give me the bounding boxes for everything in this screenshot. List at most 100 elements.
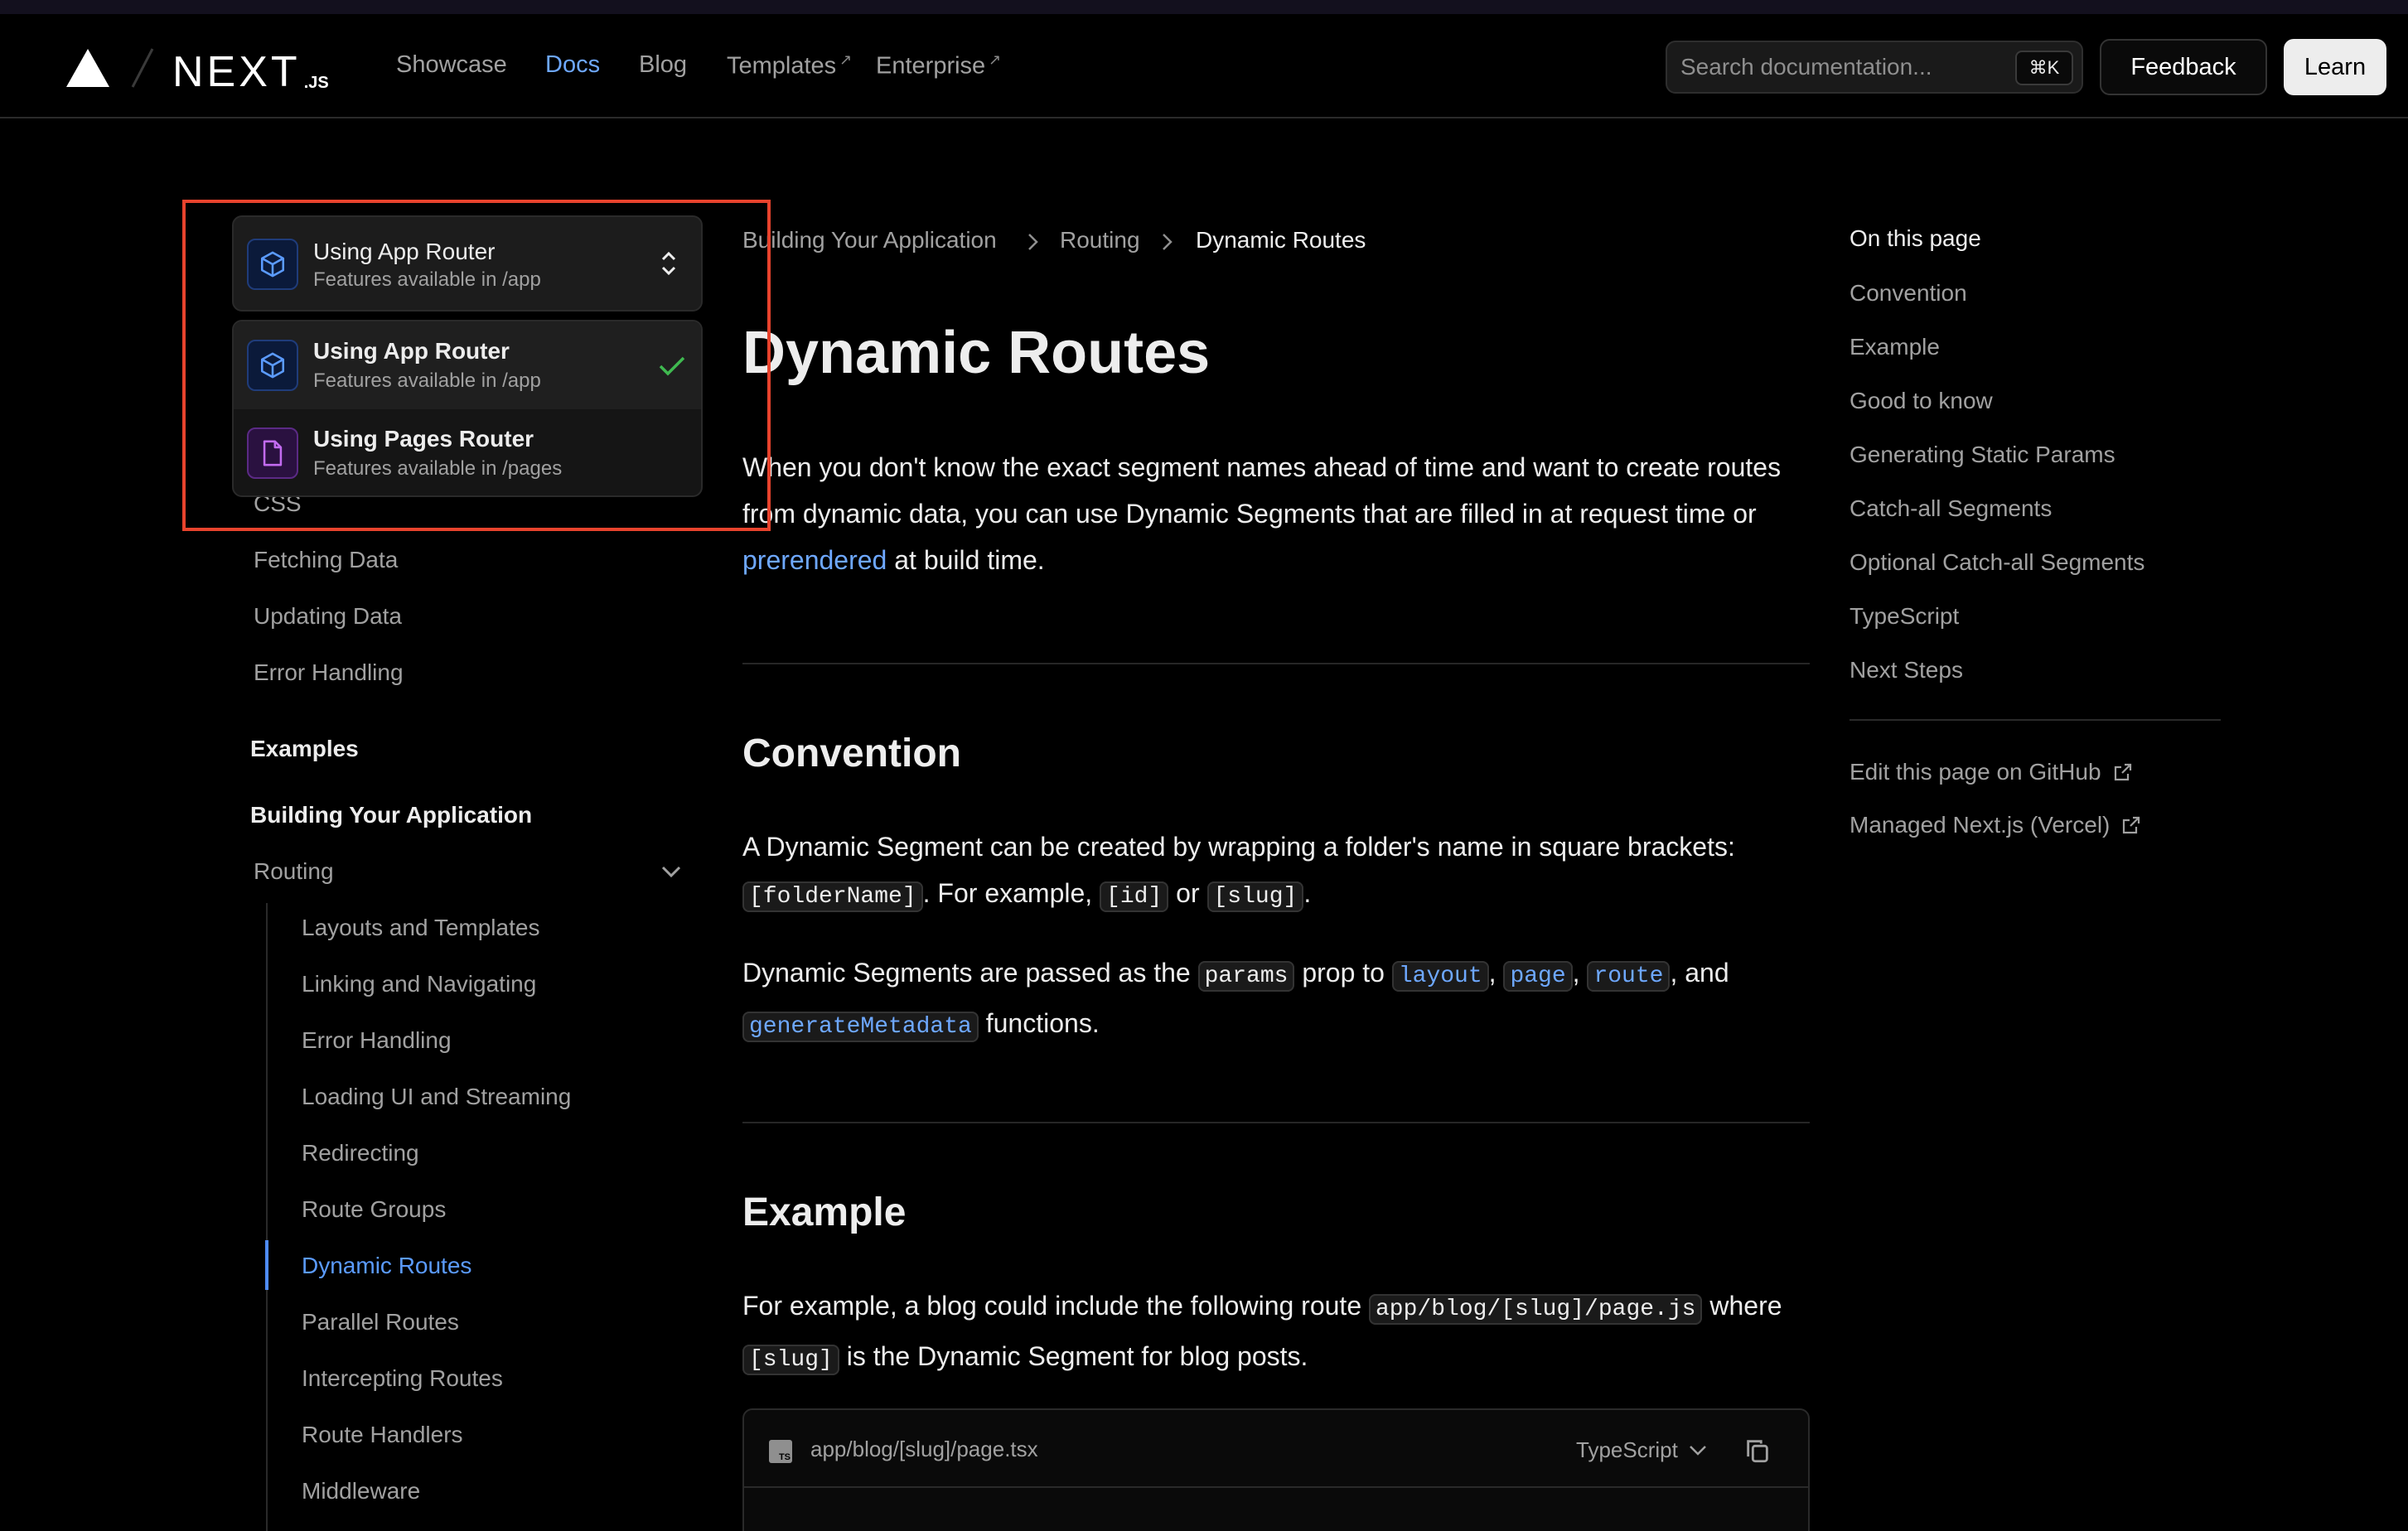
sidebar-item-middleware[interactable]: Middleware bbox=[302, 1478, 420, 1504]
nextjs-logo[interactable]: NEXT .JS bbox=[172, 44, 329, 94]
copy-icon[interactable] bbox=[1743, 1437, 1772, 1465]
switcher-title: Using App Router bbox=[313, 239, 496, 264]
inline-code: app/blog/[slug]/page.js bbox=[1369, 1294, 1703, 1325]
language-select-label: TypeScript bbox=[1576, 1437, 1678, 1462]
sidebar-item-intercepting-routes[interactable]: Intercepting Routes bbox=[302, 1365, 503, 1392]
toc-item-optional-catch-all[interactable]: Optional Catch-all Segments bbox=[1850, 549, 2144, 576]
text: . bbox=[1303, 878, 1312, 908]
file-icon bbox=[247, 427, 298, 479]
search-box[interactable]: ⌘K bbox=[1666, 41, 2083, 94]
feedback-button[interactable]: Feedback bbox=[2100, 39, 2267, 95]
text: functions. bbox=[978, 1008, 1100, 1038]
convention-paragraph-2: Dynamic Segments are passed as the param… bbox=[742, 949, 1811, 1050]
learn-button[interactable]: Learn bbox=[2284, 39, 2386, 95]
managed-nextjs-link[interactable]: Managed Next.js (Vercel) bbox=[1850, 812, 2141, 838]
checkmark-icon bbox=[659, 356, 685, 376]
text: Dynamic Segments are passed as the bbox=[742, 958, 1198, 988]
sidebar-item-fetching-data[interactable]: Fetching Data bbox=[254, 547, 398, 573]
text: prop to bbox=[1294, 958, 1392, 988]
nav-blog[interactable]: Blog bbox=[639, 51, 687, 79]
inline-code: params bbox=[1197, 961, 1295, 992]
managed-nextjs-label: Managed Next.js (Vercel) bbox=[1850, 812, 2111, 838]
sidebar-item-linking-navigating[interactable]: Linking and Navigating bbox=[302, 971, 536, 997]
toc-item-catch-all[interactable]: Catch-all Segments bbox=[1850, 495, 2052, 522]
sidebar-item-parallel-routes[interactable]: Parallel Routes bbox=[302, 1309, 459, 1335]
sidebar-item-dynamic-routes[interactable]: Dynamic Routes bbox=[302, 1253, 471, 1279]
breadcrumb-current: Dynamic Routes bbox=[1196, 227, 1366, 253]
toc-item-example[interactable]: Example bbox=[1850, 334, 1940, 360]
sidebar-item-route-groups[interactable]: Route Groups bbox=[302, 1196, 446, 1223]
sidebar-item-routing[interactable]: Routing bbox=[254, 858, 334, 885]
option-subtitle: Features available in /app bbox=[313, 369, 541, 392]
menu-option-pages-router[interactable]: Using Pages Router Features available in… bbox=[234, 409, 701, 495]
breadcrumb-building[interactable]: Building Your Application bbox=[742, 227, 997, 254]
typescript-file-icon: TS bbox=[769, 1440, 792, 1463]
text: where bbox=[1702, 1291, 1782, 1321]
router-switcher[interactable]: Using App Router Features available in /… bbox=[232, 215, 703, 312]
sidebar-item-error-handling-routing[interactable]: Error Handling bbox=[302, 1027, 452, 1054]
toc-item-next-steps[interactable]: Next Steps bbox=[1850, 657, 1963, 683]
search-input[interactable] bbox=[1679, 49, 2010, 85]
toc-title: On this page bbox=[1850, 225, 1981, 251]
page-title: Dynamic Routes bbox=[742, 320, 1211, 386]
code-block: TS app/blog/[slug]/page.tsx TypeScript bbox=[742, 1408, 1810, 1531]
top-accent-strip bbox=[0, 0, 2408, 14]
nav-templates[interactable]: Templates ↗ bbox=[727, 51, 852, 80]
vercel-logo-icon[interactable] bbox=[66, 49, 109, 87]
nav-enterprise[interactable]: Enterprise ↗ bbox=[876, 51, 1001, 80]
text: , bbox=[1488, 958, 1504, 988]
toc-item-typescript[interactable]: TypeScript bbox=[1850, 603, 1959, 630]
page-code-link[interactable]: page bbox=[1503, 961, 1573, 992]
sidebar-heading-building[interactable]: Building Your Application bbox=[250, 802, 532, 828]
toc-item-generating-static-params[interactable]: Generating Static Params bbox=[1850, 442, 2115, 468]
chevron-down-icon bbox=[1689, 1446, 1706, 1456]
cube-icon bbox=[247, 340, 298, 391]
sidebar-item-loading-ui[interactable]: Loading UI and Streaming bbox=[302, 1084, 571, 1110]
inline-code: [slug] bbox=[1206, 881, 1304, 912]
chevron-down-icon[interactable] bbox=[660, 862, 683, 881]
sidebar-item-redirecting[interactable]: Redirecting bbox=[302, 1140, 419, 1166]
toc-item-convention[interactable]: Convention bbox=[1850, 280, 1967, 307]
logo-sub: .JS bbox=[303, 74, 329, 92]
inline-code: [id] bbox=[1100, 881, 1169, 912]
heading-example: Example bbox=[742, 1191, 907, 1234]
layout-code-link[interactable]: layout bbox=[1391, 961, 1489, 992]
text: or bbox=[1168, 878, 1207, 908]
option-subtitle: Features available in /pages bbox=[313, 457, 563, 480]
sidebar-item-error-handling[interactable]: Error Handling bbox=[254, 659, 404, 686]
nav-templates-label: Templates bbox=[727, 52, 837, 80]
menu-option-app-router[interactable]: Using App Router Features available in /… bbox=[234, 321, 701, 409]
chevron-right-icon bbox=[1163, 234, 1173, 250]
generate-metadata-code-link[interactable]: generateMetadata bbox=[742, 1012, 979, 1042]
edit-on-github-link[interactable]: Edit this page on GitHub bbox=[1850, 759, 2133, 785]
sidebar-item-layouts-templates[interactable]: Layouts and Templates bbox=[302, 915, 539, 941]
inline-code: [folderName] bbox=[742, 881, 923, 912]
section-divider bbox=[742, 1122, 1810, 1123]
nav-docs[interactable]: Docs bbox=[545, 51, 600, 79]
chevron-right-icon bbox=[1028, 234, 1038, 250]
sidebar-item-route-handlers[interactable]: Route Handlers bbox=[302, 1422, 463, 1448]
top-navbar: NEXT .JS Showcase Docs Blog Templates ↗ E… bbox=[0, 14, 2408, 118]
external-arrow-icon: ↗ bbox=[989, 51, 1002, 68]
intro-text: When you don't know the exact segment na… bbox=[742, 452, 1782, 529]
cube-icon bbox=[247, 239, 298, 290]
text: , and bbox=[1670, 958, 1729, 988]
nav-showcase[interactable]: Showcase bbox=[396, 51, 507, 79]
toc-item-good-to-know[interactable]: Good to know bbox=[1850, 388, 1993, 414]
prerendered-link[interactable]: prerendered bbox=[742, 545, 887, 575]
sidebar-heading-examples[interactable]: Examples bbox=[250, 736, 359, 762]
text: For example, a blog could include the fo… bbox=[742, 1291, 1369, 1321]
breadcrumb-routing[interactable]: Routing bbox=[1060, 227, 1140, 254]
code-file-name: app/blog/[slug]/page.tsx bbox=[810, 1437, 1038, 1461]
route-code-link[interactable]: route bbox=[1587, 961, 1671, 992]
external-link-icon bbox=[2114, 763, 2131, 781]
language-select[interactable]: TypeScript bbox=[1576, 1435, 1708, 1465]
inline-code: [slug] bbox=[742, 1345, 839, 1375]
text: A Dynamic Segment can be created by wrap… bbox=[742, 832, 1735, 862]
sidebar-item-updating-data[interactable]: Updating Data bbox=[254, 603, 402, 630]
text: . For example, bbox=[922, 878, 1100, 908]
chevron-up-down-icon bbox=[661, 251, 676, 276]
nav-enterprise-label: Enterprise bbox=[876, 52, 986, 80]
text: , bbox=[1572, 958, 1588, 988]
convention-paragraph-1: A Dynamic Segment can be created by wrap… bbox=[742, 823, 1811, 920]
